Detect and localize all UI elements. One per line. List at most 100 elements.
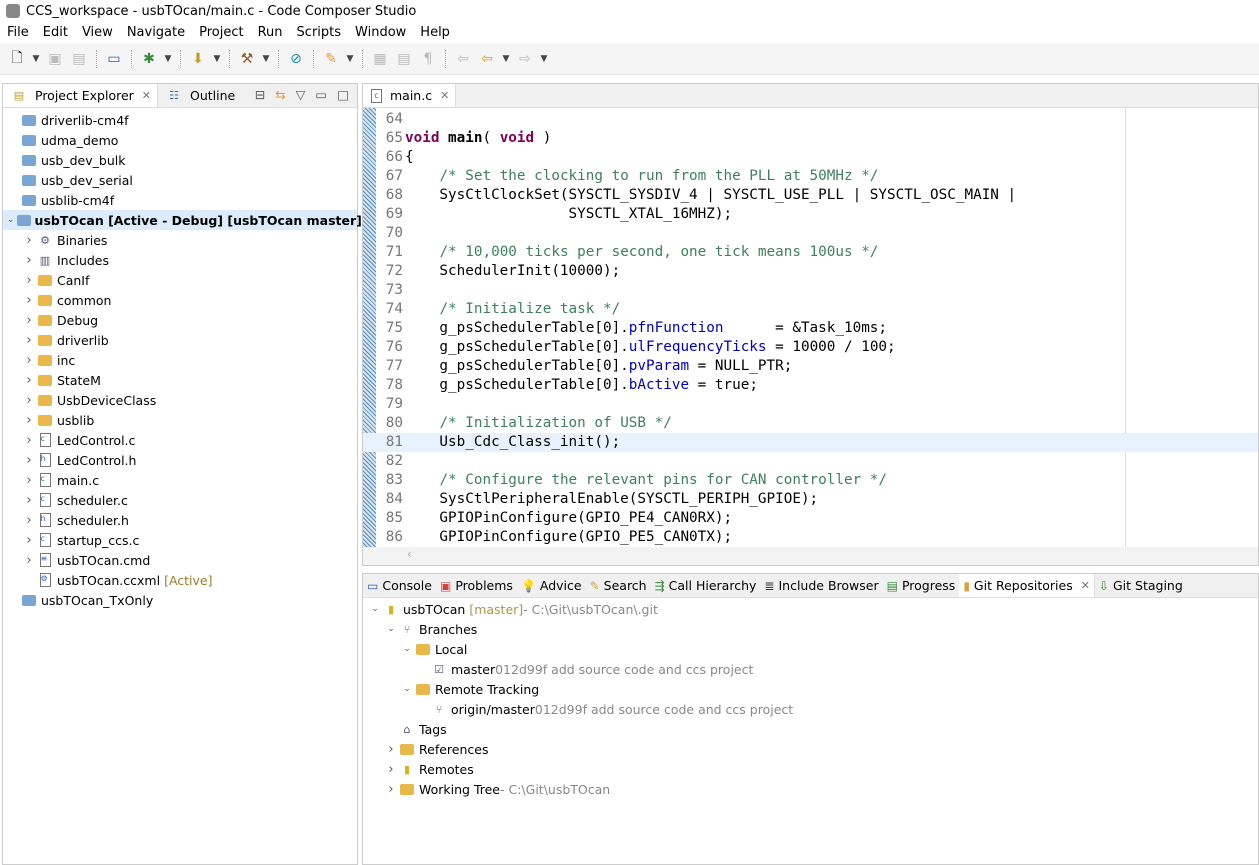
tree-item[interactable]: › common: [3, 290, 357, 310]
whitespace-icon[interactable]: ¶: [419, 50, 437, 68]
expand-arrow-icon[interactable]: ›: [23, 433, 35, 448]
git-tree-item[interactable]: ⌄ Remote Tracking: [363, 679, 1258, 699]
expand-arrow-icon[interactable]: ⌄: [385, 624, 397, 634]
tree-item[interactable]: udma_demo: [3, 130, 357, 150]
code-line[interactable]: 81 Usb_Cdc_Class_init();: [363, 433, 1258, 452]
tree-item[interactable]: › h scheduler.h: [3, 510, 357, 530]
expand-arrow-icon[interactable]: ›: [385, 782, 397, 797]
menu-view[interactable]: View: [75, 25, 120, 40]
collapse-all-icon[interactable]: ⊟: [255, 87, 265, 102]
tree-item[interactable]: › StateM: [3, 370, 357, 390]
git-tree-item[interactable]: ⌄ ▮ usbTOcan [master] - C:\Git\usbTOcan\.gi…: [363, 599, 1258, 619]
back-icon[interactable]: ⇦: [478, 50, 496, 68]
tree-item[interactable]: › driverlib: [3, 330, 357, 350]
tree-item[interactable]: › Debug: [3, 310, 357, 330]
menu-window[interactable]: Window: [348, 25, 413, 40]
expand-arrow-icon[interactable]: ›: [23, 293, 35, 308]
toggle-mark-icon[interactable]: ▦: [371, 50, 389, 68]
tree-item[interactable]: driverlib-cm4f: [3, 110, 357, 130]
code-line[interactable]: 66{: [363, 148, 1258, 167]
tree-item[interactable]: › usblib: [3, 410, 357, 430]
code-line[interactable]: 74 /* Initialize task */: [363, 300, 1258, 319]
expand-arrow-icon[interactable]: ›: [23, 533, 35, 548]
expand-arrow-icon[interactable]: ›: [23, 413, 35, 428]
last-edit-icon[interactable]: ⇦: [454, 50, 472, 68]
code-line[interactable]: 78 g_psSchedulerTable[0].bActive = true;: [363, 376, 1258, 395]
code-line[interactable]: 72 SchedulerInit(10000);: [363, 262, 1258, 281]
close-icon[interactable]: ✕: [440, 89, 449, 102]
debug-icon[interactable]: ✱: [140, 50, 158, 68]
code-line[interactable]: 73: [363, 281, 1258, 300]
build-hammer-icon[interactable]: ⚒: [238, 50, 256, 68]
expand-arrow-icon[interactable]: ›: [23, 333, 35, 348]
expand-arrow-icon[interactable]: ›: [23, 453, 35, 468]
code-line[interactable]: 69 SYSCTL_XTAL_16MHZ);: [363, 205, 1258, 224]
maximize-icon[interactable]: □: [337, 87, 349, 102]
tab-progress[interactable]: ▤ Progress: [883, 574, 960, 597]
code-line[interactable]: 75 g_psSchedulerTable[0].pfnFunction = &…: [363, 319, 1258, 338]
tree-item[interactable]: usbTOcan_TxOnly: [3, 590, 357, 610]
tab-call-hierarchy[interactable]: ⇶ Call Hierarchy: [651, 574, 761, 597]
menu-project[interactable]: Project: [192, 25, 250, 40]
code-line[interactable]: 79: [363, 395, 1258, 414]
minimize-icon[interactable]: ▭: [315, 87, 327, 102]
menu-edit[interactable]: Edit: [36, 25, 75, 40]
code-line[interactable]: 84 SysCtlPeripheralEnable(SYSCTL_PERIPH_…: [363, 490, 1258, 509]
expand-arrow-icon[interactable]: ›: [23, 553, 35, 568]
menu-navigate[interactable]: Navigate: [120, 25, 192, 40]
tree-item[interactable]: › UsbDeviceClass: [3, 390, 357, 410]
new-icon[interactable]: 🗋: [8, 50, 26, 68]
expand-arrow-icon[interactable]: ⌄: [7, 215, 15, 225]
tab-outline[interactable]: ☷ Outline: [158, 84, 241, 107]
code-editor[interactable]: 64 65 void main( void ) 66{67 /* Set the cl…: [363, 108, 1258, 548]
tab-search[interactable]: ✎ Search: [586, 574, 651, 597]
git-tree-item[interactable]: › ▮ Remotes: [363, 759, 1258, 779]
forward-dropdown-icon[interactable]: ▼: [540, 50, 548, 68]
expand-arrow-icon[interactable]: ›: [23, 473, 35, 488]
code-line[interactable]: 82: [363, 452, 1258, 471]
build-dropdown-icon[interactable]: ▼: [262, 50, 270, 68]
terminal-icon[interactable]: ▭: [105, 50, 123, 68]
save-all-icon[interactable]: ▤: [70, 50, 88, 68]
close-icon[interactable]: ✕: [1081, 579, 1090, 592]
git-tree-item[interactable]: ☑ master 012d99f add source code and ccs …: [363, 659, 1258, 679]
code-line[interactable]: 68 SysCtlClockSet(SYSCTL_SYSDIV_4 | SYSC…: [363, 186, 1258, 205]
expand-arrow-icon[interactable]: ⌄: [401, 644, 413, 654]
tab-main-c[interactable]: c main.c ✕: [363, 84, 457, 107]
git-tree-item[interactable]: ⌄ Local: [363, 639, 1258, 659]
back-dropdown-icon[interactable]: ▼: [502, 50, 510, 68]
tree-item[interactable]: › h LedControl.h: [3, 450, 357, 470]
code-line[interactable]: 86 GPIOPinConfigure(GPIO_PE5_CAN0TX);: [363, 528, 1258, 547]
view-menu-icon[interactable]: ▽: [296, 87, 306, 102]
import-dropdown-icon[interactable]: ▼: [213, 50, 221, 68]
code-line[interactable]: 70: [363, 224, 1258, 243]
tab-console[interactable]: ▭ Console: [363, 574, 436, 597]
git-tree-item[interactable]: › References: [363, 739, 1258, 759]
tab-problems[interactable]: ▣ Problems: [436, 574, 517, 597]
tree-item[interactable]: › CanIf: [3, 270, 357, 290]
code-line[interactable]: 71 /* 10,000 ticks per second, one tick …: [363, 243, 1258, 262]
git-tree-item[interactable]: ⌂ Tags: [363, 719, 1258, 739]
git-tree-item[interactable]: › Working Tree - C:\Git\usbTOcan: [363, 779, 1258, 799]
tree-item[interactable]: usblib-cm4f: [3, 190, 357, 210]
import-project-icon[interactable]: ⬇: [189, 50, 207, 68]
flash-icon[interactable]: ✎: [322, 50, 340, 68]
search-icon[interactable]: ⊘: [287, 50, 305, 68]
expand-arrow-icon[interactable]: ›: [23, 313, 35, 328]
tree-item[interactable]: › c scheduler.c: [3, 490, 357, 510]
tree-item[interactable]: usb_dev_bulk: [3, 150, 357, 170]
expand-arrow-icon[interactable]: ›: [23, 373, 35, 388]
link-with-editor-icon[interactable]: ⇆: [275, 87, 285, 102]
git-tree-item[interactable]: ⌄ ⑂ Branches: [363, 619, 1258, 639]
code-line[interactable]: 64: [363, 110, 1258, 129]
tab-project-explorer[interactable]: ▤ Project Explorer ✕: [3, 84, 159, 107]
save-icon[interactable]: ▣: [46, 50, 64, 68]
tree-item[interactable]: › ▥ Includes: [3, 250, 357, 270]
expand-arrow-icon[interactable]: ›: [23, 513, 35, 528]
forward-icon[interactable]: ⇨: [516, 50, 534, 68]
tree-item[interactable]: ⚙ usbTOcan.ccxml [Active]: [3, 570, 357, 590]
expand-arrow-icon[interactable]: ›: [23, 493, 35, 508]
tree-item[interactable]: ⌄ usbTOcan [Active - Debug] [usbTOcan mas…: [3, 210, 362, 230]
code-line[interactable]: 85 GPIOPinConfigure(GPIO_PE4_CAN0RX);: [363, 509, 1258, 528]
code-line[interactable]: 76 g_psSchedulerTable[0].ulFrequencyTick…: [363, 338, 1258, 357]
